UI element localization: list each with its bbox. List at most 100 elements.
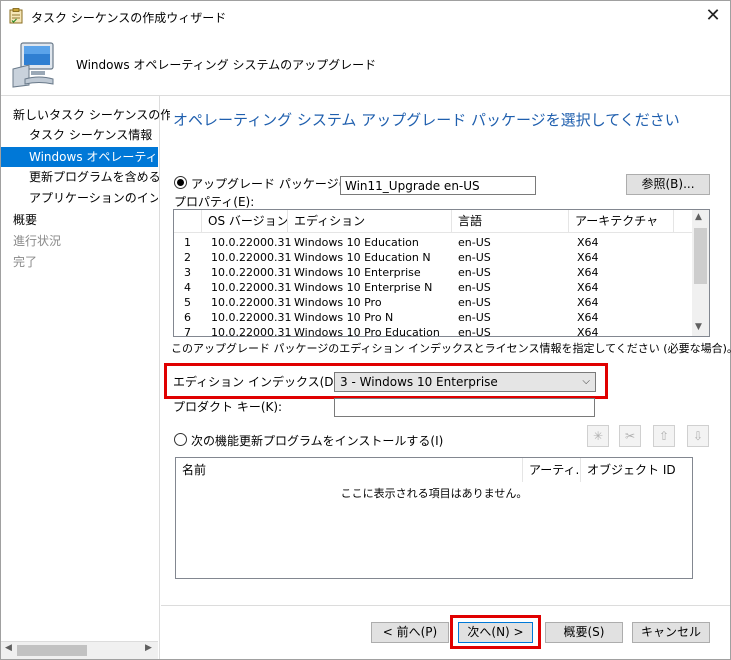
- cell-architecture: X64: [577, 251, 599, 264]
- product-key-label: プロダクト キー(K):: [173, 400, 283, 414]
- properties-list-header: OS バージョン エディション 言語 アーキテクチャ: [174, 210, 694, 233]
- upgrade-package-radio[interactable]: [174, 176, 187, 189]
- cell-architecture: X64: [577, 266, 599, 279]
- computer-icon: [12, 42, 54, 88]
- wizard-window: タスク シーケンスの作成ウィザード ✕ Windows オペレーティング システ…: [0, 0, 731, 660]
- cell-edition: Windows 10 Education N: [294, 251, 431, 264]
- move-up-icon[interactable]: ⇧: [653, 425, 675, 447]
- column-header-index[interactable]: [174, 210, 202, 232]
- edition-note: このアップグレード パッケージのエディション インデックスとライセンス情報を指定…: [171, 342, 731, 355]
- cell-architecture: X64: [577, 296, 599, 309]
- sidebar-item-include-updates[interactable]: 更新プログラムを含める: [1, 167, 186, 187]
- edition-index-value: 3 - Windows 10 Enterprise: [340, 375, 498, 389]
- cell-edition: Windows 10 Pro N: [294, 311, 394, 324]
- cell-index: 6: [184, 311, 191, 324]
- cell-os-version: 10.0.22000.318: [211, 266, 291, 279]
- table-row[interactable]: 2 10.0.22000.318 Windows 10 Education N …: [174, 250, 694, 265]
- table-row[interactable]: 4 10.0.22000.318 Windows 10 Enterprise N…: [174, 280, 694, 295]
- cell-edition: Windows 10 Education: [294, 236, 419, 249]
- window-title: タスク シーケンスの作成ウィザード: [31, 11, 227, 25]
- wizard-header: Windows オペレーティング システムのアップグレード: [1, 31, 730, 96]
- properties-list[interactable]: OS バージョン エディション 言語 アーキテクチャ 1 10.0.22000.…: [173, 209, 710, 337]
- properties-vertical-scrollbar[interactable]: ▲ ▼: [692, 210, 709, 336]
- cell-index: 5: [184, 296, 191, 309]
- feature-update-radio[interactable]: [174, 433, 187, 446]
- cell-architecture: X64: [577, 311, 599, 324]
- table-row[interactable]: 5 10.0.22000.318 Windows 10 Pro en-US X6…: [174, 295, 694, 310]
- cell-edition: Windows 10 Pro: [294, 296, 382, 309]
- cell-architecture: X64: [577, 236, 599, 249]
- footer-divider: [161, 605, 730, 606]
- cell-edition: Windows 10 Enterprise: [294, 266, 421, 279]
- clipboard-icon: [9, 8, 23, 24]
- sidebar-item-completion: 完了: [13, 255, 38, 269]
- browse-button[interactable]: 参照(B)...: [626, 174, 710, 195]
- cell-index: 7: [184, 326, 191, 337]
- delete-item-icon[interactable]: ✂: [619, 425, 641, 447]
- sidebar-item-new-task-sequence[interactable]: 新しいタスク シーケンスの作成: [1, 105, 170, 125]
- cell-language: en-US: [458, 281, 491, 294]
- edition-index-dropdown[interactable]: 3 - Windows 10 Enterprise ⌵: [334, 372, 596, 392]
- cell-os-version: 10.0.22000.318: [211, 281, 291, 294]
- column-header-os-version[interactable]: OS バージョン: [202, 210, 288, 232]
- scroll-right-arrow-icon[interactable]: ▶: [145, 643, 152, 653]
- sidebar-item-summary[interactable]: 概要: [1, 210, 170, 230]
- next-button[interactable]: 次へ(N) >: [458, 622, 533, 643]
- sidebar-item-progress: 進行状況: [13, 234, 62, 248]
- column-header-edition[interactable]: エディション: [288, 210, 452, 232]
- sidebar-item-upgrade-os[interactable]: Windows オペレーティング システムのアップグレード: [1, 147, 158, 167]
- sidebar-item-task-sequence-info[interactable]: タスク シーケンス情報: [1, 125, 186, 145]
- cell-index: 1: [184, 236, 191, 249]
- cell-os-version: 10.0.22000.318: [211, 296, 291, 309]
- upgrade-package-field[interactable]: Win11_Upgrade en-US: [340, 176, 536, 195]
- cell-language: en-US: [458, 326, 491, 337]
- empty-list-message: ここに表示される項目はありません。: [340, 487, 528, 500]
- scrollbar-thumb[interactable]: [17, 645, 87, 656]
- cell-index: 2: [184, 251, 191, 264]
- column-header-language[interactable]: 言語: [452, 210, 569, 232]
- cell-edition: Windows 10 Enterprise N: [294, 281, 433, 294]
- cell-language: en-US: [458, 311, 491, 324]
- cell-index: 3: [184, 266, 191, 279]
- cell-os-version: 10.0.22000.318: [211, 236, 291, 249]
- sidebar-horizontal-scrollbar[interactable]: ◀ ▶: [1, 641, 158, 659]
- cell-index: 4: [184, 281, 191, 294]
- new-item-icon[interactable]: ✳: [587, 425, 609, 447]
- cell-edition: Windows 10 Pro Education: [294, 326, 440, 337]
- sidebar-item-install-applications[interactable]: アプリケーションのインストール: [1, 188, 158, 208]
- scroll-up-arrow-icon[interactable]: ▲: [695, 212, 702, 222]
- cell-language: en-US: [458, 236, 491, 249]
- column-header-object-id[interactable]: オブジェクト ID: [581, 458, 691, 482]
- back-button[interactable]: < 前へ(P): [371, 622, 449, 643]
- feature-update-label: 次の機能更新プログラムをインストールする(I): [191, 434, 444, 448]
- chevron-down-icon: ⌵: [582, 376, 590, 387]
- cell-os-version: 10.0.22000.318: [211, 326, 291, 337]
- close-button[interactable]: ✕: [699, 3, 727, 29]
- cell-os-version: 10.0.22000.318: [211, 251, 291, 264]
- table-row[interactable]: 3 10.0.22000.318 Windows 10 Enterprise e…: [174, 265, 694, 280]
- cell-architecture: X64: [577, 281, 599, 294]
- column-header-architecture[interactable]: アーキテクチャ: [569, 210, 674, 232]
- table-row[interactable]: 7 10.0.22000.318 Windows 10 Pro Educatio…: [174, 325, 694, 337]
- move-down-icon[interactable]: ⇩: [687, 425, 709, 447]
- product-key-input[interactable]: [334, 398, 595, 417]
- table-row[interactable]: 1 10.0.22000.318 Windows 10 Education en…: [174, 235, 694, 250]
- cell-os-version: 10.0.22000.318: [211, 311, 291, 324]
- upgrade-package-label: アップグレード パッケージ(U):: [191, 177, 361, 191]
- header-title: Windows オペレーティング システムのアップグレード: [76, 58, 377, 72]
- title-bar: タスク シーケンスの作成ウィザード ✕: [1, 1, 730, 31]
- cell-language: en-US: [458, 266, 491, 279]
- scroll-left-arrow-icon[interactable]: ◀: [5, 643, 12, 653]
- column-header-artifact[interactable]: アーティ...: [523, 458, 581, 482]
- scrollbar-thumb[interactable]: [694, 228, 707, 284]
- cell-language: en-US: [458, 251, 491, 264]
- cell-architecture: X64: [577, 326, 599, 337]
- feature-update-list[interactable]: 名前 アーティ... オブジェクト ID ここに表示される項目はありません。: [175, 457, 693, 579]
- properties-label: プロパティ(E):: [174, 195, 255, 209]
- scroll-down-arrow-icon[interactable]: ▼: [695, 322, 702, 332]
- table-row[interactable]: 6 10.0.22000.318 Windows 10 Pro N en-US …: [174, 310, 694, 325]
- column-header-name[interactable]: 名前: [176, 458, 523, 482]
- cancel-button[interactable]: キャンセル: [632, 622, 710, 643]
- summary-button[interactable]: 概要(S): [545, 622, 623, 643]
- edition-index-label: エディション インデックス(D):: [173, 375, 343, 389]
